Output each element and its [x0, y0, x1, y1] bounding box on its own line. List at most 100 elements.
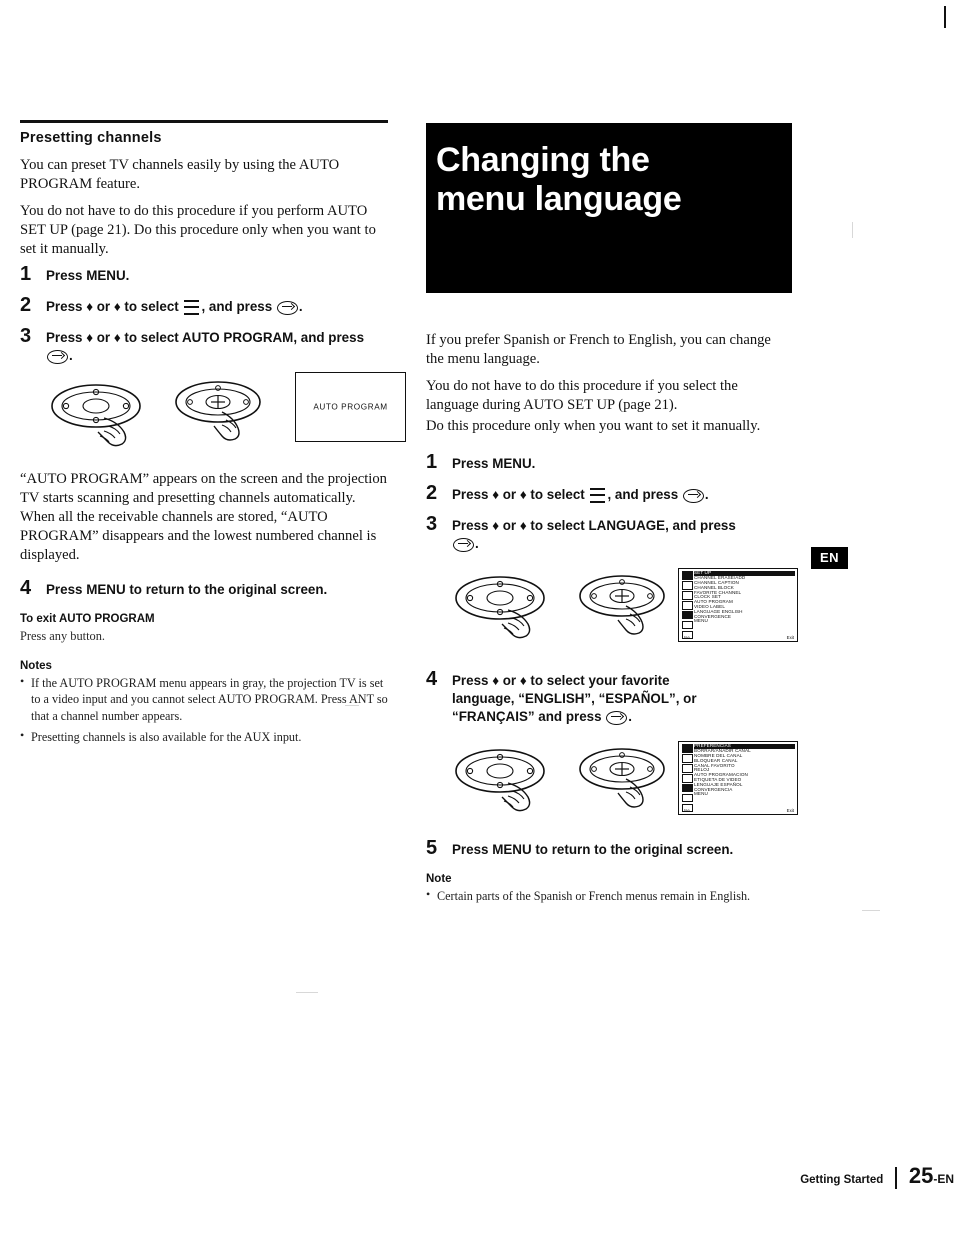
step-text: Press MENU to return to the original scr…: [452, 842, 734, 858]
chapter-title-line2: menu language: [436, 179, 682, 218]
step-4: 4 Press ♦ or ♦ to select your favorite l…: [426, 668, 826, 726]
enter-button-icon: [682, 488, 704, 503]
step-number: 3: [426, 513, 438, 536]
osd-icon-column: [681, 571, 694, 640]
auto-program-description: “AUTO PROGRAM” appears on the screen and…: [20, 471, 387, 564]
step-number: 5: [426, 837, 438, 860]
step-text-end: .: [628, 709, 633, 725]
step-text: Press MENU.: [46, 268, 130, 284]
remote-enter-pad-illustration: [579, 575, 665, 636]
notes-heading: Notes: [20, 660, 52, 673]
step-1: 1 Press MENU.: [426, 451, 826, 474]
osd-footer: Use Exit: [682, 808, 794, 813]
remote-arrow-pad-illustration: [51, 384, 141, 447]
step-number: 1: [20, 263, 32, 286]
osd-icon-dot: [682, 754, 693, 763]
illustration-row-step4: PREFERENCIAS BORRAR/AÑADIR CANAL NOMBRE …: [426, 739, 826, 833]
section-divider: [20, 120, 388, 123]
osd-icon-video: [682, 783, 693, 793]
scan-artifact: [296, 992, 318, 993]
step-number: 1: [426, 451, 438, 474]
chapter-title-block: Changing the menu language: [426, 123, 792, 293]
step-2: 2 Press ♦ or ♦ to select , and press .: [20, 294, 390, 317]
step-5: 5 Press MENU to return to the original s…: [426, 837, 826, 860]
osd-auto-program-box: AUTO PROGRAM: [295, 372, 406, 443]
scan-artifact: [862, 910, 880, 911]
note-list: Certain parts of the Spanish or French m…: [426, 887, 826, 904]
chapter-title-line1: Changing the: [436, 141, 650, 179]
step-text: Press ♦ or ♦ to select: [46, 299, 179, 315]
osd-foot-left: Use: [682, 808, 690, 814]
intro-paragraph-2: You do not have to do this procedure if …: [20, 203, 376, 257]
menu-icon: [590, 488, 606, 504]
left-column: Presetting channels You can preset TV ch…: [20, 120, 406, 750]
osd-icon-dot: [682, 591, 693, 600]
intro-paragraph-3: Do this procedure only when you want to …: [426, 417, 761, 434]
note-heading: Note: [426, 873, 452, 886]
osd-icon-lang: [682, 793, 693, 803]
exit-heading: To exit AUTO PROGRAM: [20, 613, 155, 626]
intro-paragraph-1: You can preset TV channels easily by usi…: [20, 157, 340, 192]
step-text-line2: language, “ENGLISH”, “ESPAÑOL”, or: [452, 691, 697, 707]
remote-enter-pad-illustration: [175, 381, 261, 442]
step-1: 1 Press MENU.: [20, 263, 390, 286]
notes-list: If the AUTO PROGRAM menu appears in gray…: [20, 674, 390, 745]
osd-icon-lang: [682, 620, 693, 630]
step-3: 3 Press ♦ or ♦ to select LANGUAGE, and p…: [426, 513, 826, 553]
remote-arrow-pad-illustration: [455, 749, 545, 812]
osd-foot-left: Use: [682, 635, 690, 641]
osd-line: MENU: [694, 791, 708, 797]
osd-line-list: PREFERENCIAS BORRAR/AÑADIR CANAL NOMBRE …: [694, 744, 795, 797]
manual-page: Presetting channels You can preset TV ch…: [0, 0, 954, 1233]
note-item: Presetting channels is also available fo…: [20, 728, 390, 745]
osd-icon-setup: [682, 571, 693, 580]
page-title: Presetting channels: [20, 130, 162, 146]
page-footer: Getting Started 25-EN: [0, 1163, 954, 1189]
step-3: 3 Press ♦ or ♦ to select AUTO PROGRAM, a…: [20, 325, 390, 365]
osd-icon-video: [682, 610, 693, 620]
step-number: 4: [20, 577, 32, 600]
osd-icon-clock: [682, 774, 693, 783]
osd-foot-right: Exit: [786, 808, 794, 814]
step-text: Press MENU to return to the original scr…: [46, 582, 328, 598]
osd-line-list: SET UP CHANNEL ERASE/ADD CHANNEL CAPTION…: [694, 571, 795, 624]
step-4: 4 Press MENU to return to the original s…: [20, 577, 390, 600]
step-text-end: .: [704, 487, 709, 503]
remote-arrow-pad-illustration: [455, 576, 545, 639]
step-number: 4: [426, 668, 438, 691]
step-number: 2: [426, 482, 438, 505]
step-number: 2: [20, 294, 32, 317]
step-text-after: , and press: [607, 487, 679, 503]
footer-section-label: Getting Started: [800, 1174, 884, 1186]
menu-icon: [184, 300, 200, 316]
note-item: If the AUTO PROGRAM menu appears in gray…: [20, 674, 390, 723]
step-text: Press ♦ or ♦ to select AUTO PROGRAM, and…: [46, 330, 365, 346]
osd-icon-clock: [682, 601, 693, 610]
step-text-end: .: [69, 348, 73, 364]
exit-text: Press any button.: [20, 629, 106, 644]
step-text: Press MENU.: [452, 456, 536, 472]
footer-divider: [895, 1167, 897, 1189]
remote-enter-pad-illustration: [579, 748, 665, 809]
remote-illustrations: AUTO PROGRAM: [20, 372, 406, 458]
step-text: Press ♦ or ♦ to select LANGUAGE, and pre…: [452, 518, 736, 534]
enter-button-icon: [276, 300, 298, 315]
osd-icon-dot: [682, 764, 693, 773]
osd-setup-menu-english: SET UP CHANNEL ERASE/ADD CHANNEL CAPTION…: [678, 568, 798, 643]
intro-paragraph-1: If you prefer Spanish or French to Engli…: [426, 332, 771, 367]
enter-button-icon: [453, 537, 474, 552]
osd-auto-program-label: AUTO PROGRAM: [313, 402, 388, 412]
step-text-line3: “FRANÇAIS” and press: [452, 709, 602, 725]
crop-mark: [944, 6, 946, 28]
step-text-line1: Press ♦ or ♦ to select your favorite: [452, 673, 670, 689]
intro-paragraph-2: You do not have to do this procedure if …: [426, 378, 738, 414]
step-text-after: , and press: [201, 299, 273, 315]
step-text: Press ♦ or ♦ to select: [452, 487, 585, 503]
note-item: Certain parts of the Spanish or French m…: [426, 887, 826, 904]
osd-setup-menu-spanish: PREFERENCIAS BORRAR/AÑADIR CANAL NOMBRE …: [678, 741, 798, 816]
osd-line: MENU: [694, 618, 708, 624]
page-number: 25: [908, 1163, 934, 1188]
step-number: 3: [20, 325, 32, 348]
osd-footer: Use Exit: [682, 635, 794, 640]
osd-icon-column: [681, 744, 694, 813]
